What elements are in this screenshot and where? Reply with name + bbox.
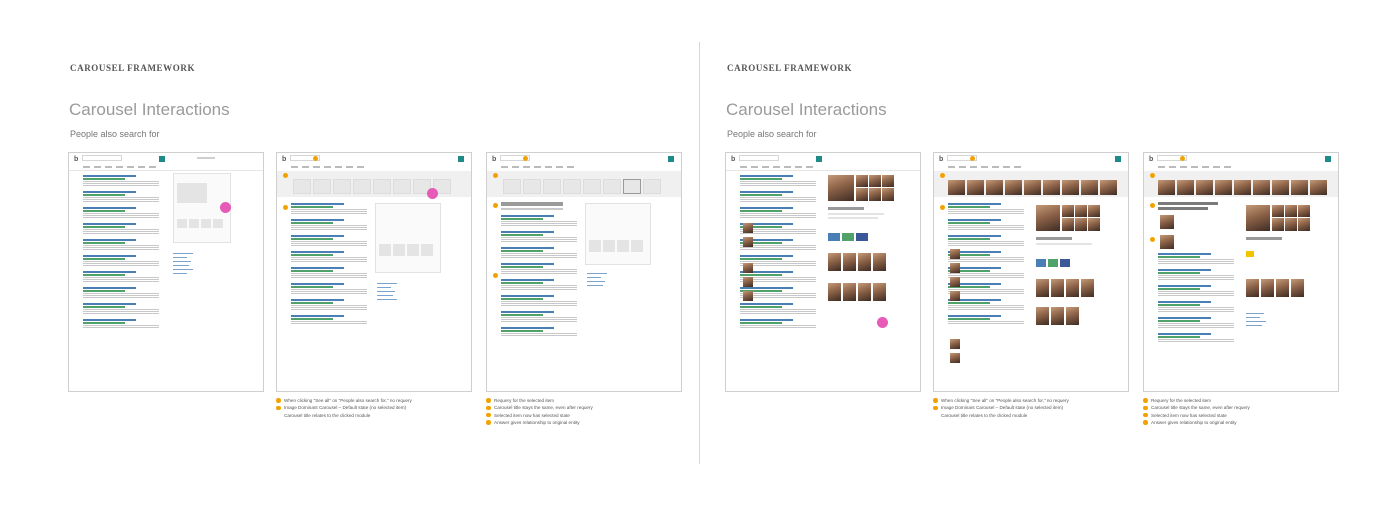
result-list — [501, 215, 577, 337]
search-box — [739, 155, 779, 161]
note-item: When clicking "See all" on "People also … — [276, 397, 412, 404]
bing-logo-icon: b — [939, 156, 944, 163]
numbered-callout-icon — [486, 398, 491, 403]
numbered-callout-icon — [1143, 412, 1148, 418]
note-item: Image Dominant Carousel – Default state … — [276, 404, 412, 411]
bing-logo-icon: b — [492, 156, 497, 163]
bing-logo-icon: b — [282, 156, 287, 163]
numbered-callout-icon — [276, 405, 281, 411]
result-list — [83, 175, 159, 329]
note-item: Carousel title relates to the clicked mo… — [284, 412, 371, 418]
eyebrow-label: CAROUSEL FRAMEWORK — [70, 63, 196, 73]
numbered-callout-icon — [523, 156, 528, 161]
pink-click-indicator-icon — [427, 188, 438, 199]
pink-click-indicator-icon — [877, 317, 888, 328]
bing-logo-icon: b — [1149, 156, 1154, 163]
entity-side-panel — [824, 173, 894, 333]
bing-logo-icon: b — [74, 156, 79, 163]
slide-subtitle: People also search for — [727, 129, 817, 139]
entity-side-panel — [1034, 203, 1104, 343]
note-item: Answer gives relationship to original en… — [486, 419, 593, 426]
mockup-carousel-visual-selected: b — [1143, 152, 1339, 392]
eyebrow-label: CAROUSEL FRAMEWORK — [727, 63, 853, 73]
search-button-icon — [458, 156, 464, 162]
result-list — [1158, 253, 1234, 343]
nav-tabs — [83, 166, 157, 168]
result-list — [740, 175, 816, 329]
notes-middle: When clicking "See all" on "People also … — [933, 397, 1069, 419]
slide-subtitle: People also search for — [70, 129, 160, 139]
nav-tabs — [1158, 166, 1232, 168]
slide-title: Carousel Interactions — [69, 100, 230, 119]
slide-wireframe: CAROUSEL FRAMEWORK Carousel Interactions… — [0, 0, 700, 510]
note-item: Selected item now has selected state — [1143, 412, 1250, 419]
nav-tabs — [501, 166, 575, 168]
note-item: Carousel title relates to the clicked mo… — [941, 412, 1028, 418]
pink-click-indicator-icon — [220, 202, 231, 213]
numbered-callout-icon — [970, 156, 975, 161]
mockup-serp-default: b — [68, 152, 264, 392]
note-item: Image Dominant Carousel – Default state … — [933, 404, 1069, 411]
numbered-callout-icon — [933, 398, 938, 403]
notes-right: Requery for the selected item Carousel t… — [1143, 397, 1250, 426]
nav-tabs — [291, 166, 365, 168]
note-item: Carousel title stays the same, even afte… — [1143, 404, 1250, 411]
slide-visual: CAROUSEL FRAMEWORK Carousel Interactions… — [700, 0, 1400, 510]
search-box — [82, 155, 122, 161]
numbered-callout-icon — [1180, 156, 1185, 161]
notes-right: Requery for the selected item Carousel t… — [486, 397, 593, 426]
note-item: Selected item now has selected state — [486, 412, 593, 419]
numbered-callout-icon — [486, 420, 491, 425]
numbered-callout-icon — [276, 398, 281, 403]
search-button-icon — [1115, 156, 1121, 162]
search-button-icon — [816, 156, 822, 162]
entity-side-panel — [585, 203, 651, 265]
numbered-callout-icon — [1143, 420, 1148, 425]
note-item: Requery for the selected item — [486, 397, 593, 404]
numbered-callout-icon — [1143, 405, 1148, 411]
result-list — [291, 203, 367, 325]
mockup-carousel-selected: b — [486, 152, 682, 392]
bing-logo-icon: b — [731, 156, 736, 163]
note-item: Carousel title stays the same, even afte… — [486, 404, 593, 411]
numbered-callout-icon — [313, 156, 318, 161]
search-button-icon — [159, 156, 165, 162]
numbered-callout-icon — [486, 405, 491, 411]
numbered-callout-icon — [933, 405, 938, 411]
nav-tabs — [740, 166, 814, 168]
mockup-carousel-visual-default: b — [933, 152, 1129, 392]
nav-tabs — [948, 166, 1022, 168]
entity-side-panel — [1244, 203, 1316, 343]
search-button-icon — [1325, 156, 1331, 162]
numbered-callout-icon — [486, 412, 491, 418]
note-item: When clicking "See all" on "People also … — [933, 397, 1069, 404]
mockup-serp-visual: b — [725, 152, 921, 392]
numbered-callout-icon — [1143, 398, 1148, 403]
note-item: Answer gives relationship to original en… — [1143, 419, 1250, 426]
search-button-icon — [668, 156, 674, 162]
notes-middle: When clicking "See all" on "People also … — [276, 397, 412, 419]
slide-title: Carousel Interactions — [726, 100, 887, 119]
mockup-carousel-default: b — [276, 152, 472, 392]
entity-side-panel — [375, 203, 441, 273]
note-item: Requery for the selected item — [1143, 397, 1250, 404]
